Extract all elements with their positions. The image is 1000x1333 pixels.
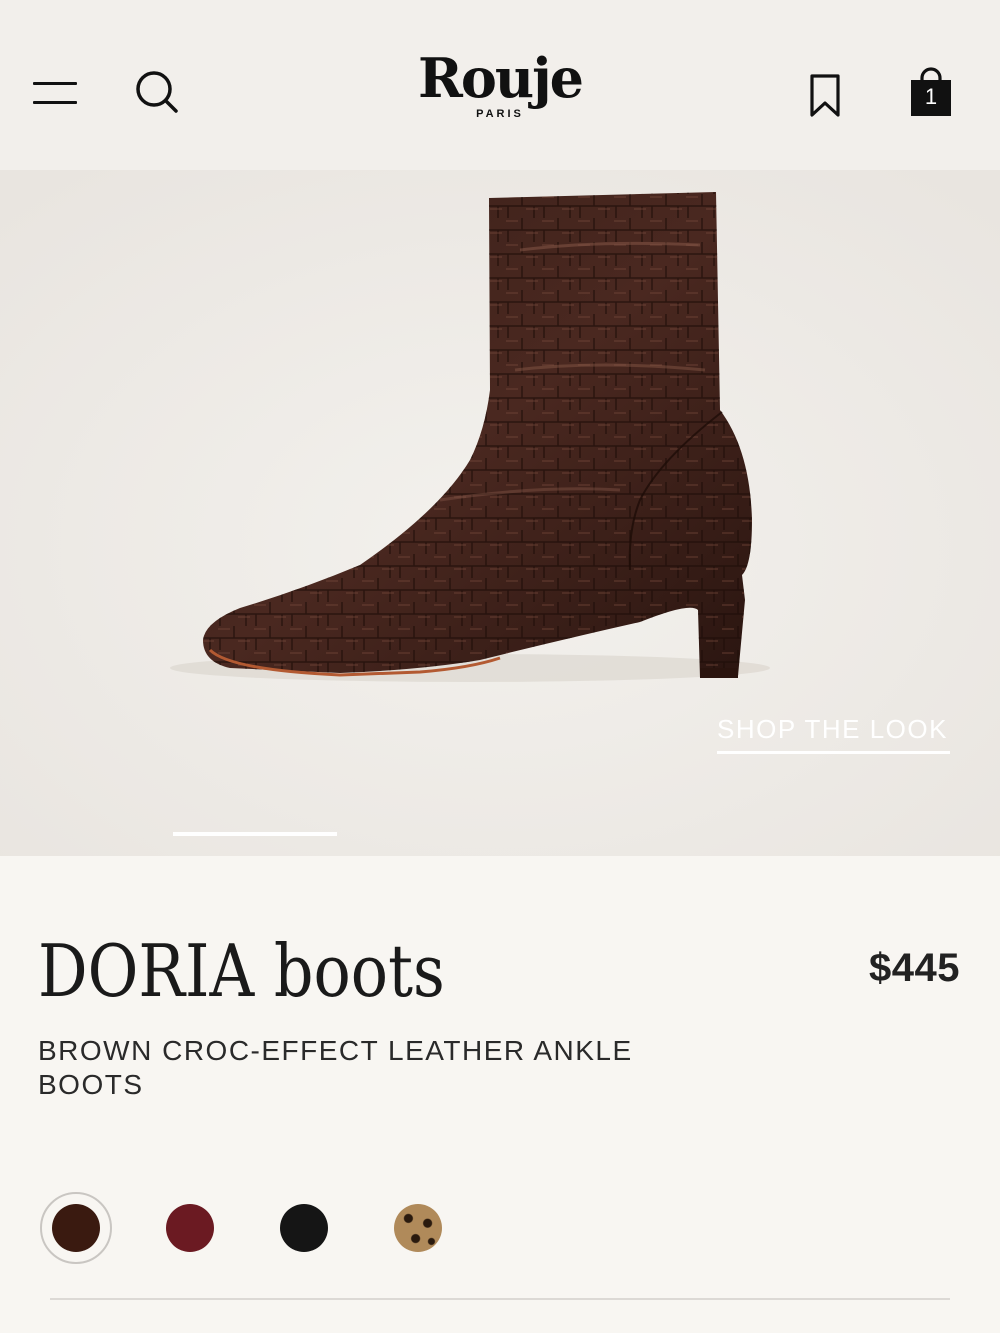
cart-count-badge: 1	[924, 84, 938, 109]
swatch-leopard[interactable]	[394, 1204, 442, 1252]
brand-logo[interactable]: Rouje PARIS	[400, 50, 600, 120]
product-title: DORIA boots	[38, 929, 445, 1013]
product-description: BROWN CROC-EFFECT LEATHER ANKLE BOOTS	[38, 1035, 633, 1100]
logo-wordmark: Rouje	[417, 46, 584, 110]
shop-the-look-link[interactable]: SHOP THE LOOK	[717, 714, 950, 754]
carousel-progress-indicator	[173, 832, 337, 836]
search-icon[interactable]	[133, 68, 179, 114]
swatch-black[interactable]	[280, 1204, 328, 1252]
menu-icon[interactable]	[33, 82, 77, 106]
color-swatches	[40, 1192, 480, 1264]
product-price: $445	[869, 946, 960, 990]
shopping-bag-icon[interactable]: 1	[908, 66, 954, 118]
bookmark-icon[interactable]	[806, 73, 844, 119]
section-divider	[50, 1298, 950, 1300]
top-header: Rouje PARIS 1	[0, 0, 1000, 170]
product-image-carousel[interactable]: SHOP THE LOOK	[0, 170, 1000, 856]
swatch-burgundy[interactable]	[166, 1204, 214, 1252]
swatch-brown[interactable]	[52, 1204, 100, 1252]
